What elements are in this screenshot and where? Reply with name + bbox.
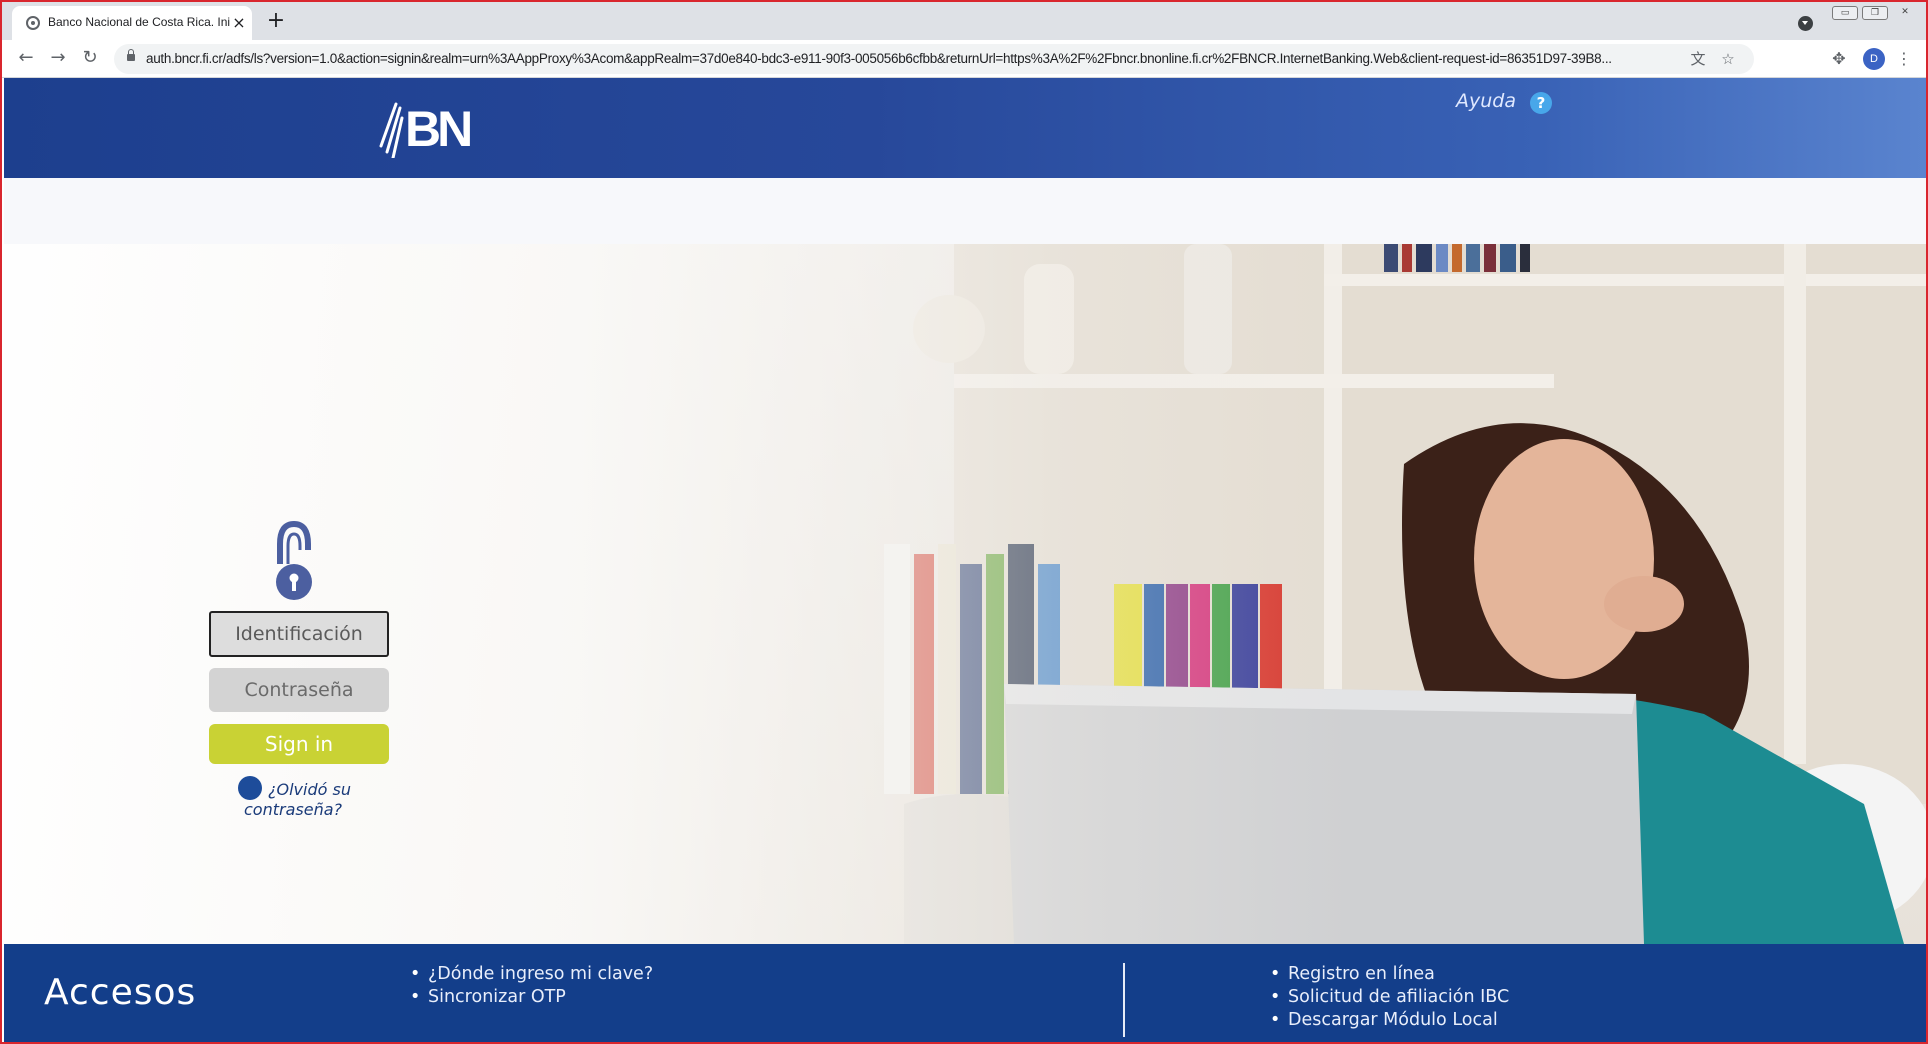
sign-in-button[interactable]: Sign in bbox=[209, 724, 389, 764]
password-input[interactable] bbox=[209, 668, 389, 712]
back-icon[interactable]: ← bbox=[14, 46, 38, 70]
help-question-icon[interactable]: ? bbox=[1530, 92, 1552, 114]
bn-header: BN Ayuda ? bbox=[4, 78, 1926, 178]
tab-title: Banco Nacional de Costa Rica. Inicio bbox=[48, 15, 230, 29]
reload-icon[interactable]: ↻ bbox=[78, 46, 102, 70]
browser-menu-icon[interactable]: ⋮ bbox=[1896, 49, 1912, 69]
tab-search-icon[interactable] bbox=[1798, 16, 1813, 31]
close-window-icon[interactable]: ✕ bbox=[1892, 6, 1918, 20]
browser-tab[interactable]: Banco Nacional de Costa Rica. Inicio × bbox=[12, 6, 252, 40]
forgot-password-link[interactable]: ¿Olvidó su contraseña? bbox=[236, 774, 376, 824]
footer-divider bbox=[1123, 963, 1125, 1037]
minimize-window-icon[interactable]: ▭ bbox=[1832, 6, 1858, 20]
bn-logo[interactable]: BN bbox=[378, 98, 496, 158]
browser-window: Banco Nacional de Costa Rica. Inicio × +… bbox=[0, 0, 1928, 1044]
browser-toolbar: ← → ↻ auth.bncr.fi.cr/adfs/ls?version=1.… bbox=[2, 40, 1926, 78]
hero-banner: Sign in ¿Olvidó su contraseña? bbox=[4, 244, 1926, 944]
help-link[interactable]: Ayuda ? bbox=[1456, 90, 1552, 116]
page-content: BN Ayuda ? Identificación Sign in ¿Olvid… bbox=[4, 78, 1926, 1042]
identification-input[interactable] bbox=[209, 611, 389, 657]
new-tab-button[interactable]: + bbox=[262, 9, 290, 35]
url-text[interactable]: auth.bncr.fi.cr/adfs/ls?version=1.0&acti… bbox=[146, 51, 1706, 69]
footer-title: Accesos bbox=[44, 972, 197, 1013]
footer-link[interactable]: Sincronizar OTP bbox=[410, 986, 653, 1009]
footer-link[interactable]: Registro en línea bbox=[1270, 963, 1509, 986]
extensions-puzzle-icon[interactable]: ✥ bbox=[1830, 50, 1848, 68]
restore-window-icon[interactable]: ❐ bbox=[1862, 6, 1888, 20]
lock-icon[interactable] bbox=[127, 49, 135, 63]
help-label[interactable]: Ayuda bbox=[1456, 90, 1516, 112]
globe-icon bbox=[26, 16, 40, 30]
footer: Accesos ¿Dónde ingreso mi clave? Sincron… bbox=[4, 944, 1926, 1042]
close-tab-icon[interactable]: × bbox=[230, 13, 248, 33]
profile-avatar[interactable]: D bbox=[1863, 48, 1885, 70]
forgot-password-label[interactable]: ¿Olvidó su contraseña? bbox=[244, 780, 384, 820]
subheader-strip bbox=[4, 178, 1926, 244]
logo-text: BN bbox=[405, 101, 470, 157]
footer-link[interactable]: Solicitud de afiliación IBC bbox=[1270, 986, 1509, 1009]
footer-link[interactable]: Descargar Módulo Local bbox=[1270, 1009, 1509, 1032]
address-bar[interactable]: auth.bncr.fi.cr/adfs/ls?version=1.0&acti… bbox=[114, 44, 1754, 74]
padlock-icon bbox=[276, 520, 312, 600]
footer-link[interactable]: ¿Dónde ingreso mi clave? bbox=[410, 963, 653, 986]
tab-strip: Banco Nacional de Costa Rica. Inicio × +… bbox=[2, 2, 1926, 40]
bookmark-star-icon[interactable]: ☆ bbox=[1718, 49, 1738, 69]
footer-links-right: Registro en línea Solicitud de afiliació… bbox=[1270, 963, 1509, 1032]
translate-icon[interactable]: 文 bbox=[1688, 49, 1708, 69]
forward-icon[interactable]: → bbox=[46, 46, 70, 70]
footer-links-left: ¿Dónde ingreso mi clave? Sincronizar OTP bbox=[410, 963, 653, 1009]
